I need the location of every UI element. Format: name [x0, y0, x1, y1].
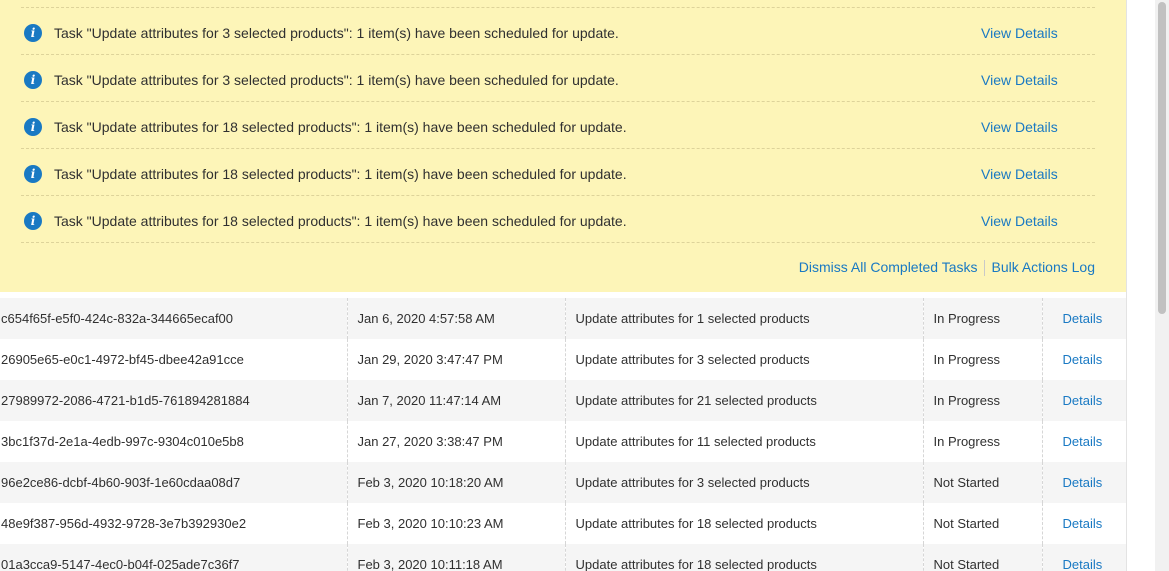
bulk-actions-log-link[interactable]: Bulk Actions Log [991, 259, 1095, 275]
task-status-cell: Not Started [922, 462, 1042, 503]
details-link[interactable]: Details [1041, 298, 1126, 339]
table-row: c654f65f-e5f0-424c-832a-344665ecaf00 Jan… [0, 298, 1126, 339]
table-row: 96e2ce86-dcbf-4b60-903f-1e60cdaa08d7 Feb… [0, 462, 1126, 503]
task-id-cell: c654f65f-e5f0-424c-832a-344665ecaf00 [0, 298, 347, 339]
notice-text: Task "Update attributes for 3 selected p… [54, 25, 619, 41]
notice-text: Task "Update attributes for 3 selected p… [54, 72, 619, 88]
view-details-link[interactable]: View Details [981, 118, 1058, 136]
task-id-cell: 48e9f387-956d-4932-9728-3e7b392930e2 [0, 503, 347, 544]
task-description-cell: Update attributes for 18 selected produc… [564, 544, 923, 571]
task-date-cell: Jan 27, 2020 3:38:47 PM [346, 421, 565, 462]
task-id-cell: 96e2ce86-dcbf-4b60-903f-1e60cdaa08d7 [0, 462, 347, 503]
notice-item: i Task "Update attributes for 18 selecte… [21, 149, 1095, 196]
notice-text: Task "Update attributes for 18 selected … [54, 213, 627, 229]
scrollbar-thumb[interactable] [1158, 2, 1166, 314]
dismiss-all-completed-tasks-link[interactable]: Dismiss All Completed Tasks [799, 259, 978, 275]
task-description-cell: Update attributes for 21 selected produc… [564, 380, 923, 421]
task-status-cell: In Progress [922, 298, 1042, 339]
notice-item: i Task "Update attributes for 3 selected… [21, 55, 1095, 102]
task-status-cell: In Progress [922, 339, 1042, 380]
view-details-link[interactable]: View Details [981, 165, 1058, 183]
task-date-cell: Feb 3, 2020 10:11:18 AM [346, 544, 565, 571]
bulk-actions-table: c654f65f-e5f0-424c-832a-344665ecaf00 Jan… [0, 298, 1126, 571]
details-link[interactable]: Details [1041, 503, 1126, 544]
task-description-cell: Update attributes for 11 selected produc… [564, 421, 923, 462]
vertical-scrollbar[interactable] [1155, 0, 1169, 571]
task-description-cell: Update attributes for 3 selected product… [564, 462, 923, 503]
notice-text: Task "Update attributes for 18 selected … [54, 166, 627, 182]
task-status-cell: In Progress [922, 421, 1042, 462]
notice-item: i Task "Update attributes for 18 selecte… [21, 196, 1095, 243]
notification-panel: i Task "Update attributes for 3 selected… [0, 0, 1126, 293]
info-icon: i [24, 71, 42, 89]
task-description-cell: Update attributes for 18 selected produc… [564, 503, 923, 544]
table-row: 3bc1f37d-2e1a-4edb-997c-9304c010e5b8 Jan… [0, 421, 1126, 462]
info-icon: i [24, 24, 42, 42]
task-status-cell: In Progress [922, 380, 1042, 421]
notice-item: i Task "Update attributes for 18 selecte… [21, 102, 1095, 149]
table-row: 26905e65-e0c1-4972-bf45-dbee42a91cce Jan… [0, 339, 1126, 380]
details-link[interactable]: Details [1041, 462, 1126, 503]
table-row: 01a3cca9-5147-4ec0-b04f-025ade7c36f7 Feb… [0, 544, 1126, 571]
details-link[interactable]: Details [1041, 339, 1126, 380]
info-icon: i [24, 165, 42, 183]
task-id-cell: 27989972-2086-4721-b1d5-761894281884 [0, 380, 347, 421]
notice-text: Task "Update attributes for 18 selected … [54, 119, 627, 135]
task-description-cell: Update attributes for 3 selected product… [564, 339, 923, 380]
task-status-cell: Not Started [922, 503, 1042, 544]
view-details-link[interactable]: View Details [981, 212, 1058, 230]
task-id-cell: 01a3cca9-5147-4ec0-b04f-025ade7c36f7 [0, 544, 347, 571]
details-link[interactable]: Details [1041, 421, 1126, 462]
main-content: i Task "Update attributes for 3 selected… [0, 0, 1126, 571]
task-id-cell: 26905e65-e0c1-4972-bf45-dbee42a91cce [0, 339, 347, 380]
details-link[interactable]: Details [1041, 544, 1126, 571]
link-separator [984, 260, 986, 277]
task-date-cell: Jan 7, 2020 11:47:14 AM [346, 380, 565, 421]
task-date-cell: Jan 6, 2020 4:57:58 AM [346, 298, 565, 339]
table-row: 27989972-2086-4721-b1d5-761894281884 Jan… [0, 380, 1126, 421]
right-gutter [1126, 0, 1155, 571]
view-details-link[interactable]: View Details [981, 71, 1058, 89]
bulk-actions-page: i Task "Update attributes for 3 selected… [0, 0, 1169, 571]
table-row: 48e9f387-956d-4932-9728-3e7b392930e2 Feb… [0, 503, 1126, 544]
view-details-link[interactable]: View Details [981, 24, 1058, 42]
task-date-cell: Feb 3, 2020 10:10:23 AM [346, 503, 565, 544]
task-id-cell: 3bc1f37d-2e1a-4edb-997c-9304c010e5b8 [0, 421, 347, 462]
info-icon: i [24, 212, 42, 230]
task-date-cell: Jan 29, 2020 3:47:47 PM [346, 339, 565, 380]
task-status-cell: Not Started [922, 544, 1042, 571]
details-link[interactable]: Details [1041, 380, 1126, 421]
info-icon: i [24, 118, 42, 136]
notice-item: i Task "Update attributes for 3 selected… [21, 8, 1095, 55]
task-description-cell: Update attributes for 1 selected product… [564, 298, 923, 339]
notice-actions: Dismiss All Completed Tasks Bulk Actions … [799, 258, 1095, 277]
task-date-cell: Feb 3, 2020 10:18:20 AM [346, 462, 565, 503]
